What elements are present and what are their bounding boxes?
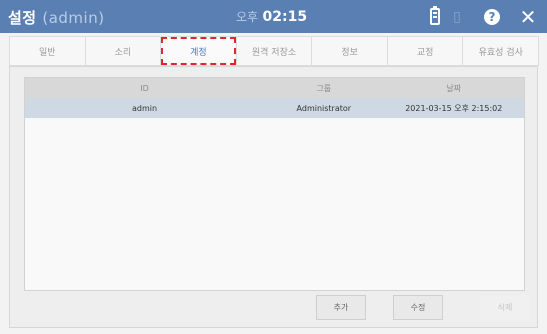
account-table: ID 그룹 날짜 admin Administrator 2021-03-15 … [24, 77, 525, 291]
account-panel: ID 그룹 날짜 admin Administrator 2021-03-15 … [9, 66, 538, 328]
clock: 오후 02:15 [236, 8, 307, 25]
tab-sound[interactable]: 소리 [84, 36, 162, 66]
tab-validation[interactable]: 유효성 검사 [462, 36, 540, 66]
window-title-user: (admin) [42, 9, 105, 27]
help-icon: ? [484, 8, 500, 25]
separator-icon: ▯ [453, 8, 461, 25]
settings-tabs: 일반 소리 계정 원격 저장소 정보 교정 유효성 검사 [9, 36, 540, 66]
tab-info[interactable]: 정보 [311, 36, 388, 66]
column-header-date[interactable]: 날짜 [384, 83, 524, 94]
cell-date: 2021-03-15 오후 2:15:02 [405, 103, 503, 113]
delete-button[interactable]: 삭제 [480, 295, 530, 320]
add-button[interactable]: 추가 [316, 295, 366, 320]
clock-time: 02:15 [262, 9, 308, 25]
close-button[interactable]: ✕ [516, 0, 540, 33]
tab-remote-storage[interactable]: 원격 저장소 [235, 36, 313, 66]
table-header: ID 그룹 날짜 [25, 78, 524, 98]
tab-general[interactable]: 일반 [9, 36, 86, 66]
column-header-group[interactable]: 그룹 [264, 83, 384, 94]
tab-calibration[interactable]: 교정 [386, 36, 464, 66]
close-icon: ✕ [519, 4, 537, 29]
cell-id: admin [131, 103, 158, 113]
table-row[interactable]: admin Administrator 2021-03-15 오후 2:15:0… [25, 98, 524, 118]
window-title-text: 설정 [8, 9, 37, 27]
clock-ampm: 오후 [236, 10, 259, 24]
help-button[interactable]: ? [480, 0, 504, 33]
edit-button[interactable]: 수정 [393, 295, 443, 320]
title-bar: 설정 (admin) 오후 02:15 ▯ ? ✕ [0, 0, 547, 33]
column-header-id[interactable]: ID [25, 84, 264, 93]
cell-group: Administrator [296, 103, 352, 113]
window-title: 설정 (admin) [8, 7, 105, 28]
tab-account[interactable]: 계정 [160, 36, 237, 66]
battery-icon [424, 0, 446, 33]
